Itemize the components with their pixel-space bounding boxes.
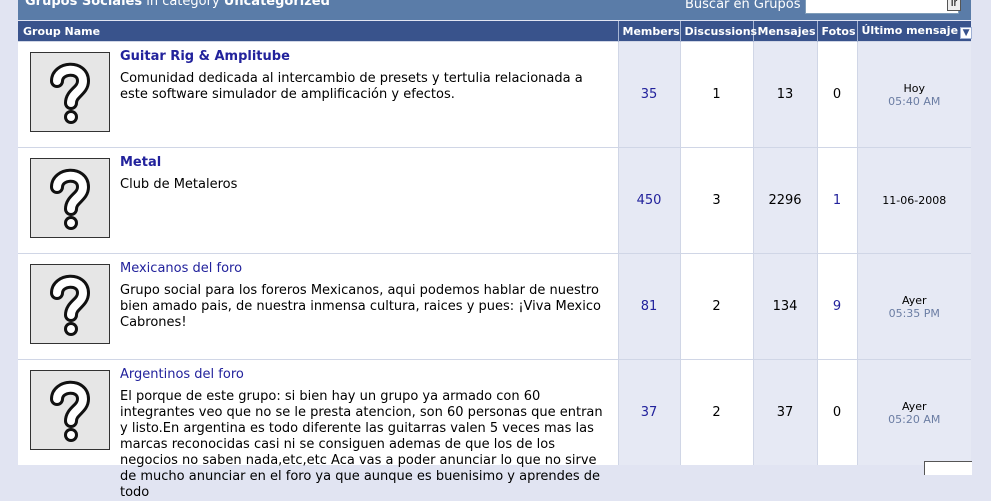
- col-members[interactable]: Members: [617, 21, 680, 42]
- group-description: El porque de este grupo: si bien hay un …: [120, 389, 603, 500]
- group-cell: Metal Club de Metaleros: [18, 147, 618, 254]
- table-row: Guitar Rig & Amplitube Comunidad dedicad…: [18, 41, 971, 148]
- groups-table: Group Name Members Discussions Mensajes …: [18, 21, 973, 500]
- members-cell: 37: [617, 359, 680, 465]
- col-last-message-label[interactable]: Último mensaje: [862, 24, 959, 37]
- col-group-name[interactable]: Group Name: [18, 21, 618, 42]
- last-message-time: 05:35 PM: [888, 306, 940, 320]
- table-row: Argentinos del foro El porque de este gr…: [18, 359, 971, 500]
- last-message-cell: Ayer 05:20 AM: [856, 359, 971, 465]
- photos-cell: 0: [816, 359, 857, 465]
- last-message-time: 05:20 AM: [888, 412, 941, 426]
- group-avatar[interactable]: [30, 370, 110, 450]
- members-link[interactable]: 35: [641, 87, 658, 102]
- photos-cell: 0: [816, 41, 857, 148]
- group-name-link[interactable]: Mexicanos del foro: [120, 261, 242, 276]
- photos-link[interactable]: 1: [833, 193, 841, 208]
- last-message-date: 11-06-2008: [882, 194, 947, 207]
- discussions-cell: 2: [679, 359, 753, 465]
- question-mark-icon: [31, 53, 109, 131]
- photos-cell: 9: [816, 253, 857, 360]
- section-title: Grupos Sociales in category Uncategorize…: [25, 0, 330, 9]
- search-input[interactable]: [805, 0, 959, 14]
- photos-link[interactable]: 9: [833, 299, 841, 314]
- group-name-link[interactable]: Guitar Rig & Amplitube: [120, 49, 290, 64]
- group-name-link[interactable]: Argentinos del foro: [120, 367, 244, 382]
- members-cell: 35: [617, 41, 680, 148]
- question-mark-icon: [31, 159, 109, 237]
- messages-cell: 134: [752, 253, 817, 360]
- group-avatar[interactable]: [30, 158, 110, 238]
- col-photos[interactable]: Fotos: [816, 21, 857, 42]
- table-row: Metal Club de Metaleros 450 3 2296 1 11-…: [18, 147, 971, 254]
- last-message-cell: Ayer 05:35 PM: [856, 253, 971, 360]
- page-corner: [924, 461, 972, 475]
- last-message-date: Ayer: [901, 293, 927, 307]
- title-bold: Grupos Sociales: [25, 0, 143, 9]
- group-description: Club de Metaleros: [120, 177, 238, 192]
- messages-cell: 37: [752, 359, 817, 465]
- members-cell: 81: [617, 253, 680, 360]
- group-cell: Guitar Rig & Amplitube Comunidad dedicad…: [18, 41, 618, 148]
- last-message-date: Ayer: [901, 399, 927, 413]
- title-mid: in category: [142, 0, 224, 9]
- last-message-cell: Hoy 05:40 AM: [856, 41, 971, 148]
- photos-cell: 1: [816, 147, 857, 254]
- discussions-cell: 2: [679, 253, 753, 360]
- col-messages[interactable]: Mensajes: [752, 21, 817, 42]
- group-avatar[interactable]: [30, 52, 110, 132]
- question-mark-icon: [31, 371, 109, 449]
- search-label: Buscar en Grupos: [685, 0, 801, 12]
- members-link[interactable]: 81: [641, 299, 658, 314]
- discussions-cell: 3: [679, 147, 753, 254]
- col-last-message[interactable]: Último mensaje ▼: [856, 21, 973, 42]
- go-button[interactable]: Ir: [947, 0, 961, 11]
- members-cell: 450: [617, 147, 680, 254]
- group-description: Grupo social para los foreros Mexicanos,…: [120, 283, 601, 330]
- group-cell: Argentinos del foro El porque de este gr…: [18, 359, 618, 500]
- last-message-cell: 11-06-2008: [856, 147, 971, 254]
- members-link[interactable]: 37: [641, 405, 658, 420]
- question-mark-icon: [31, 265, 109, 343]
- group-name-link[interactable]: Metal: [120, 155, 161, 170]
- messages-cell: 2296: [752, 147, 817, 254]
- table-header-row: Group Name Members Discussions Mensajes …: [18, 21, 973, 42]
- discussions-cell: 1: [679, 41, 753, 148]
- group-cell: Mexicanos del foro Grupo social para los…: [18, 253, 618, 360]
- group-description: Comunidad dedicada al intercambio de pre…: [120, 71, 583, 102]
- messages-cell: 13: [752, 41, 817, 148]
- group-avatar[interactable]: [30, 264, 110, 344]
- last-message-time: 05:40 AM: [888, 94, 941, 108]
- sort-descending-icon[interactable]: ▼: [960, 26, 973, 39]
- section-header: Grupos Sociales in category Uncategorize…: [18, 0, 971, 20]
- last-message-date: Hoy: [903, 81, 925, 95]
- table-row: Mexicanos del foro Grupo social para los…: [18, 253, 971, 360]
- col-discussions[interactable]: Discussions: [679, 21, 757, 42]
- members-link[interactable]: 450: [637, 193, 662, 208]
- title-category: Uncategorized: [223, 0, 330, 9]
